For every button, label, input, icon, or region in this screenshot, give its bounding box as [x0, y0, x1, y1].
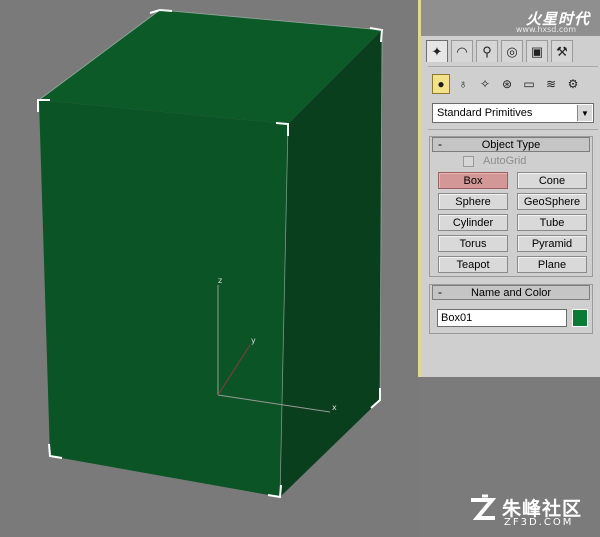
object-color-swatch[interactable] — [572, 309, 588, 327]
viewport-canvas: z y x — [37, 8, 384, 499]
box-front-face[interactable] — [39, 100, 288, 497]
create-tab[interactable]: ✦ — [426, 40, 448, 62]
shapes-icon: ♁ — [458, 77, 468, 91]
object-type-title: Object Type — [481, 138, 541, 151]
name-color-header[interactable]: - Name and Color — [432, 285, 590, 300]
watermark-en: ZF3D.COM — [504, 517, 574, 528]
helpers-icon: ▭ — [523, 77, 535, 91]
dropdown-divider — [428, 129, 598, 130]
collapse-icon: - — [438, 137, 442, 151]
watermark-logo-icon — [471, 494, 497, 520]
motion-tab[interactable]: ◎ — [501, 40, 523, 62]
plane-button[interactable]: Plane — [517, 256, 587, 273]
cameras-button[interactable]: ⊛ — [498, 74, 516, 94]
shapes-button[interactable]: ♁ — [454, 74, 472, 94]
chevron-down-icon[interactable]: ▼ — [577, 105, 592, 121]
modify-icon: ◠ — [456, 43, 468, 59]
command-panel: 火星时代 www.hxsd.com ✦ ◠ ⚲ ◎ ▣ ⚒ ● ♁ ✧ ⊛ ▭ … — [418, 0, 600, 377]
create-icon: ✦ — [431, 43, 443, 59]
name-color-title: Name and Color — [470, 286, 552, 299]
axis-z-label: z — [218, 276, 222, 285]
dropdown-value: Standard Primitives — [437, 107, 533, 119]
geosphere-button[interactable]: GeoSphere — [517, 193, 587, 210]
display-icon: ▣ — [530, 43, 544, 59]
display-tab[interactable]: ▣ — [526, 40, 548, 62]
helpers-button[interactable]: ▭ — [520, 74, 538, 94]
perspective-viewport[interactable]: z y x — [0, 0, 418, 537]
autogrid-box[interactable] — [463, 155, 474, 167]
spacewarps-icon: ≋ — [545, 77, 557, 91]
lights-icon: ✧ — [479, 77, 491, 91]
systems-button[interactable]: ⚙ — [564, 74, 582, 94]
hierarchy-icon: ⚲ — [482, 43, 492, 59]
axis-x-label: x — [332, 403, 337, 412]
logo-banner: 火星时代 www.hxsd.com — [420, 0, 600, 36]
logo-url: www.hxsd.com — [515, 25, 576, 34]
lights-button[interactable]: ✧ — [476, 74, 494, 94]
object-category-dropdown[interactable]: Standard Primitives ▼ — [432, 103, 594, 123]
spacewarps-button[interactable]: ≋ — [542, 74, 560, 94]
systems-icon: ⚙ — [567, 77, 579, 91]
collapse-icon: - — [438, 285, 442, 299]
object-name-input[interactable]: Box01 — [437, 309, 567, 327]
modify-tab[interactable]: ◠ — [451, 40, 473, 62]
geometry-button[interactable]: ● — [432, 74, 450, 94]
cameras-icon: ⊛ — [501, 77, 513, 91]
utilities-tab[interactable]: ⚒ — [551, 40, 573, 62]
autogrid-label: AutoGrid — [483, 155, 527, 167]
command-tabs: ✦ ◠ ⚲ ◎ ▣ ⚒ — [426, 40, 573, 66]
object-type-header[interactable]: - Object Type — [432, 137, 590, 152]
torus-button[interactable]: Torus — [438, 235, 508, 252]
autogrid-checkbox[interactable]: AutoGrid — [463, 155, 526, 167]
geometry-icon: ● — [437, 77, 445, 91]
watermark: 朱峰社区 ZF3D.COM — [466, 490, 596, 534]
box-button[interactable]: Box — [438, 172, 508, 189]
motion-icon: ◎ — [506, 43, 518, 59]
pyramid-button[interactable]: Pyramid — [517, 235, 587, 252]
tabs-divider — [428, 66, 598, 67]
category-row: ● ♁ ✧ ⊛ ▭ ≋ ⚙ — [432, 74, 582, 94]
utilities-icon: ⚒ — [556, 43, 568, 59]
teapot-button[interactable]: Teapot — [438, 256, 508, 273]
hierarchy-tab[interactable]: ⚲ — [476, 40, 498, 62]
tube-button[interactable]: Tube — [517, 214, 587, 231]
axis-y-label: y — [251, 336, 256, 345]
sphere-button[interactable]: Sphere — [438, 193, 508, 210]
cylinder-button[interactable]: Cylinder — [438, 214, 508, 231]
panel-scrollbar[interactable] — [418, 0, 421, 377]
cone-button[interactable]: Cone — [517, 172, 587, 189]
